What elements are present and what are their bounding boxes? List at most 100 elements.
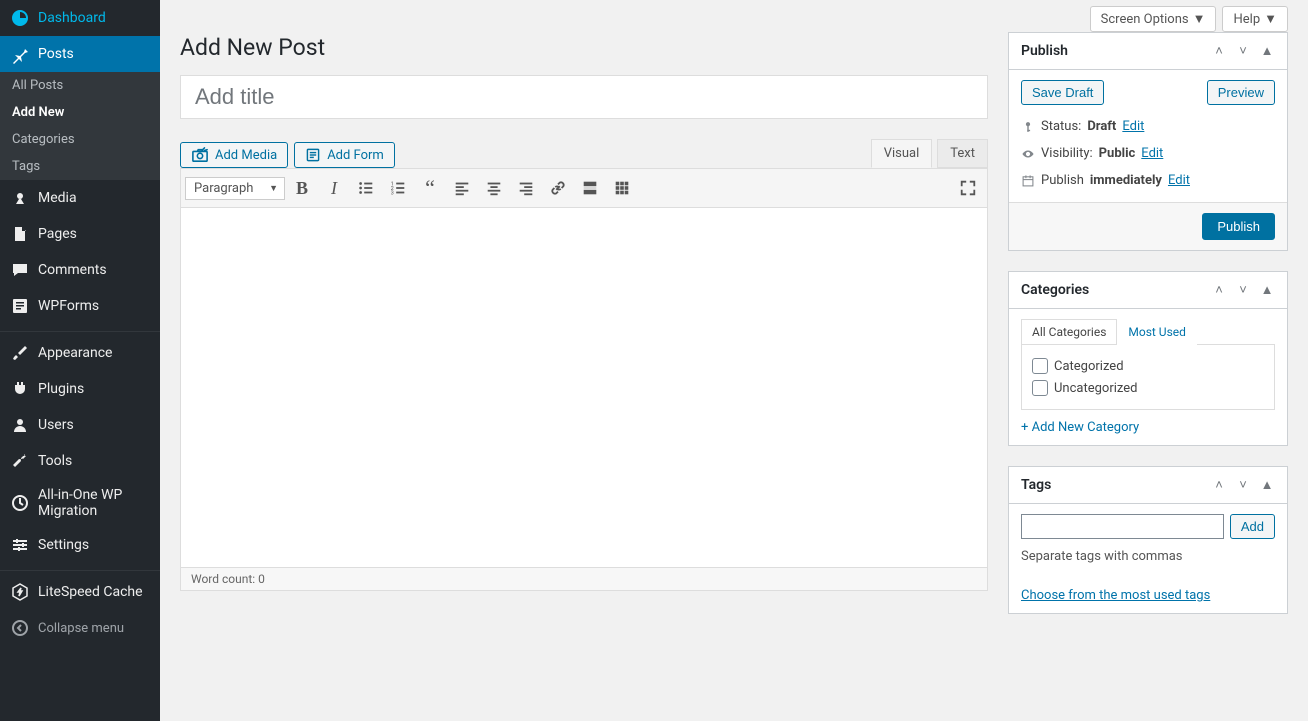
submenu-all-posts[interactable]: All Posts [0,72,160,99]
status-label: Status: [1041,119,1081,134]
post-title-input[interactable] [180,75,988,119]
menu-label: Posts [38,46,74,62]
brush-icon [10,343,30,363]
menu-appearance[interactable]: Appearance [0,335,160,371]
menu-dashboard[interactable]: Dashboard [0,0,160,36]
pin-icon [10,44,30,64]
add-media-button[interactable]: Add Media [180,142,288,168]
status-value: Draft [1087,119,1116,134]
menu-label: Plugins [38,381,84,397]
screen-options-button[interactable]: Screen Options▼ [1090,6,1217,32]
menu-tools[interactable]: Tools [0,443,160,479]
edit-visibility-link[interactable]: Edit [1141,146,1163,161]
tags-title: Tags [1021,477,1051,493]
screen-options-label: Screen Options [1101,12,1189,27]
menu-label: Pages [38,226,77,242]
submenu-tags[interactable]: Tags [0,153,160,180]
collapse-menu[interactable]: Collapse menu [0,610,160,646]
menu-comments[interactable]: Comments [0,252,160,288]
menu-posts[interactable]: Posts [0,36,160,72]
format-label: Paragraph [194,181,253,196]
toggle-icon[interactable]: ▲ [1259,282,1275,298]
category-checkbox[interactable] [1032,358,1048,374]
form-icon [305,147,321,163]
eye-icon [1021,147,1035,161]
menu-label: Users [38,417,74,433]
toolbar-toggle-button[interactable] [607,173,637,203]
tab-all-categories[interactable]: All Categories [1021,319,1117,345]
publish-metabox: Publish ˄ ˅ ▲ Save Draft Preview Status: [1008,32,1288,251]
choose-tags-link[interactable]: Choose from the most used tags [1021,588,1210,603]
help-label: Help [1233,12,1260,27]
readmore-button[interactable] [575,173,605,203]
link-button[interactable] [543,173,573,203]
menu-wpforms[interactable]: WPForms [0,288,160,324]
toggle-icon[interactable]: ▲ [1259,43,1275,59]
litespeed-icon [10,582,30,602]
page-title: Add New Post [180,34,988,61]
quote-button[interactable]: “ [415,173,445,203]
preview-button[interactable]: Preview [1207,80,1275,105]
tags-input[interactable] [1021,514,1224,539]
settings-icon [10,535,30,555]
tab-text[interactable]: Text [937,139,988,168]
camera-icon [191,147,209,163]
main-area: Screen Options▼ Help▼ Add New Post Add M… [160,0,1308,654]
move-up-icon[interactable]: ˄ [1211,282,1227,298]
users-icon [10,415,30,435]
menu-label: All-in-One WP Migration [38,487,150,519]
help-button[interactable]: Help▼ [1222,6,1288,32]
categories-list: Categorized Uncategorized [1021,344,1275,410]
move-down-icon[interactable]: ˅ [1235,282,1251,298]
publish-title: Publish [1021,43,1068,59]
category-label: Categorized [1054,359,1124,374]
numbered-list-button[interactable]: 123 [383,173,413,203]
collapse-label: Collapse menu [38,621,124,636]
menu-label: Tools [38,453,72,469]
move-down-icon[interactable]: ˅ [1235,43,1251,59]
add-form-label: Add Form [327,148,384,163]
posts-submenu: All Posts Add New Categories Tags [0,72,160,180]
svg-text:3: 3 [391,190,394,196]
menu-label: Media [38,190,77,206]
menu-pages[interactable]: Pages [0,216,160,252]
menu-media[interactable]: Media [0,180,160,216]
add-tag-button[interactable]: Add [1230,514,1275,539]
wpforms-icon [10,296,30,316]
menu-litespeed[interactable]: LiteSpeed Cache [0,574,160,610]
category-checkbox[interactable] [1032,380,1048,396]
bold-button[interactable]: B [287,173,317,203]
edit-status-link[interactable]: Edit [1122,119,1144,134]
fullscreen-button[interactable] [953,173,983,203]
menu-aio-migration[interactable]: All-in-One WP Migration [0,479,160,527]
add-media-label: Add Media [215,148,277,163]
format-select[interactable]: Paragraph [185,177,285,200]
visibility-value: Public [1099,146,1136,161]
bullet-list-button[interactable] [351,173,381,203]
categories-metabox: Categories ˄ ˅ ▲ All Categories Most Use… [1008,271,1288,446]
move-down-icon[interactable]: ˅ [1235,477,1251,493]
toggle-icon[interactable]: ▲ [1259,477,1275,493]
publish-button[interactable]: Publish [1202,213,1275,240]
add-new-category-link[interactable]: + Add New Category [1021,420,1139,435]
tab-most-used[interactable]: Most Used [1117,319,1197,345]
edit-publish-link[interactable]: Edit [1168,173,1190,188]
italic-button[interactable]: I [319,173,349,203]
add-form-button[interactable]: Add Form [294,142,395,168]
save-draft-button[interactable]: Save Draft [1021,80,1104,105]
align-center-button[interactable] [479,173,509,203]
menu-plugins[interactable]: Plugins [0,371,160,407]
align-right-button[interactable] [511,173,541,203]
menu-label: Appearance [38,345,112,361]
submenu-categories[interactable]: Categories [0,126,160,153]
editor-content[interactable] [180,208,988,568]
move-up-icon[interactable]: ˄ [1211,477,1227,493]
tab-visual[interactable]: Visual [871,139,933,168]
comments-icon [10,260,30,280]
move-up-icon[interactable]: ˄ [1211,43,1227,59]
publish-label: Publish [1041,173,1084,188]
menu-users[interactable]: Users [0,407,160,443]
align-left-button[interactable] [447,173,477,203]
submenu-add-new[interactable]: Add New [0,99,160,126]
menu-settings[interactable]: Settings [0,527,160,563]
